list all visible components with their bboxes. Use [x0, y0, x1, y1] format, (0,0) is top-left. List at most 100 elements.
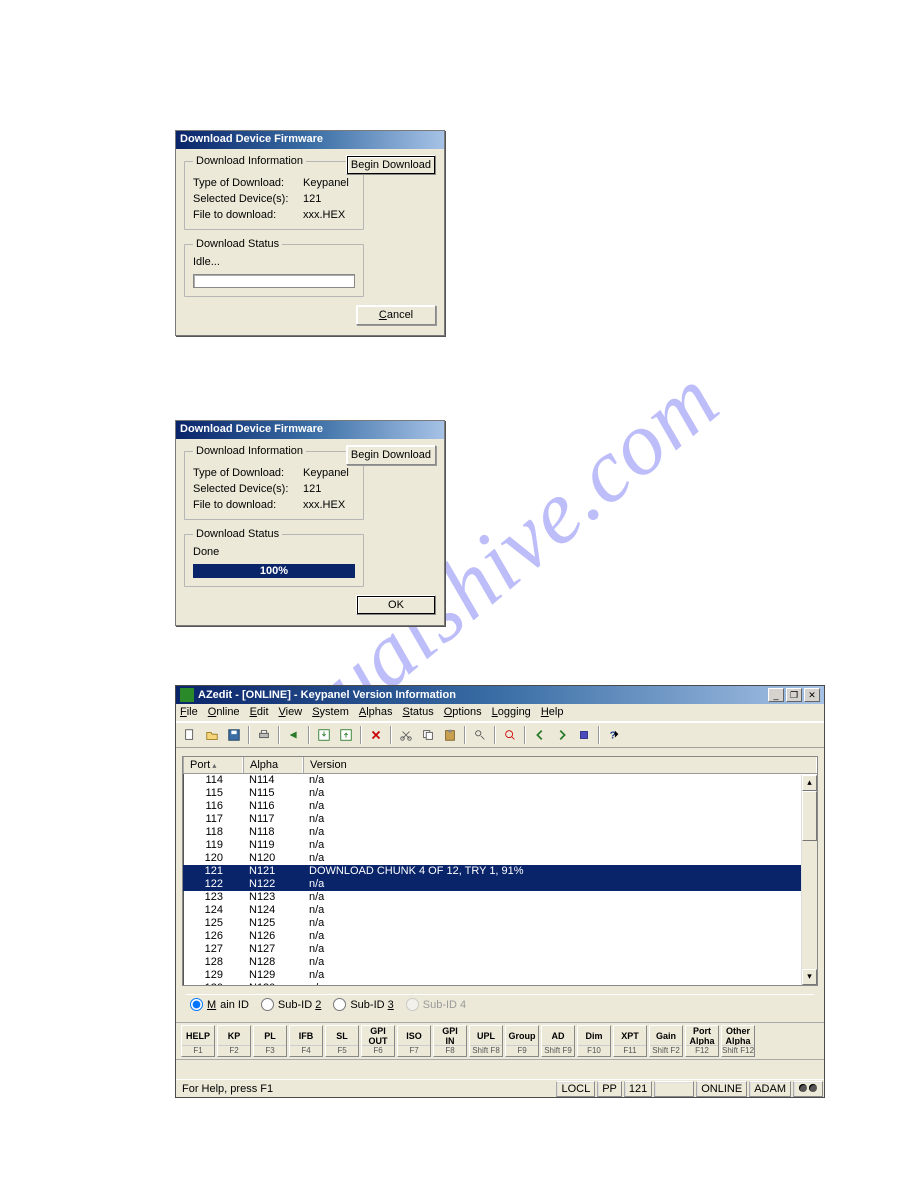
table-row[interactable]: 129N129n/a	[183, 969, 817, 982]
scroll-up-button[interactable]: ▴	[802, 775, 817, 791]
table-row[interactable]: 118N118n/a	[183, 826, 817, 839]
table-row[interactable]: 121N121DOWNLOAD CHUNK 4 OF 12, TRY 1, 91…	[183, 865, 817, 878]
menu-logging[interactable]: Logging	[492, 706, 531, 719]
table-row[interactable]: 125N125n/a	[183, 917, 817, 930]
copy-icon[interactable]	[418, 725, 438, 745]
menu-options[interactable]: Options	[444, 706, 482, 719]
upload-green-icon[interactable]	[336, 725, 356, 745]
cell-alpha: N128	[243, 956, 303, 969]
table-row[interactable]: 130N130n/a	[183, 982, 817, 986]
table-row[interactable]: 114N114n/a	[183, 774, 817, 787]
cell-version: n/a	[303, 852, 817, 865]
separator-icon	[308, 726, 310, 744]
table-row[interactable]: 127N127n/a	[183, 943, 817, 956]
download-info-group: Download Information Type of Download:Ke…	[184, 155, 364, 230]
print-icon[interactable]	[254, 725, 274, 745]
save-icon[interactable]	[224, 725, 244, 745]
selected-devices-value: 121	[303, 483, 355, 495]
minimize-button[interactable]: _	[768, 688, 784, 702]
scroll-thumb[interactable]	[802, 791, 817, 841]
cut-icon[interactable]	[396, 725, 416, 745]
fnkey-ifb[interactable]: IFBF4	[289, 1025, 323, 1057]
scroll-down-button[interactable]: ▾	[802, 969, 817, 985]
fnkey-gain[interactable]: GainShift F2	[649, 1025, 683, 1057]
stop-icon[interactable]	[574, 725, 594, 745]
fnkey-other-alpha[interactable]: OtherAlphaShift F12	[721, 1025, 755, 1057]
cell-port: 124	[183, 904, 243, 917]
table-row[interactable]: 126N126n/a	[183, 930, 817, 943]
type-of-download-value: Keypanel	[303, 467, 355, 479]
fnkey-gpi-out[interactable]: GPIOUTF6	[361, 1025, 395, 1057]
sub-id-3-radio[interactable]: Sub-ID 3	[333, 998, 393, 1011]
cell-version: n/a	[303, 956, 817, 969]
menu-edit[interactable]: Edit	[250, 706, 269, 719]
prev-icon[interactable]	[530, 725, 550, 745]
menu-file[interactable]: File	[180, 706, 198, 719]
help-icon[interactable]: ?	[604, 725, 624, 745]
find-icon[interactable]	[470, 725, 490, 745]
table-row[interactable]: 122N122n/a	[183, 878, 817, 891]
table-row[interactable]: 123N123n/a	[183, 891, 817, 904]
fnkey-port-alpha[interactable]: PortAlphaF12	[685, 1025, 719, 1057]
fnkey-xpt[interactable]: XPTF11	[613, 1025, 647, 1057]
fnkey-upl[interactable]: UPLShift F8	[469, 1025, 503, 1057]
table-row[interactable]: 116N116n/a	[183, 800, 817, 813]
progress-bar-full: 100%	[193, 564, 355, 578]
fnkey-gpi-in[interactable]: GPIINF8	[433, 1025, 467, 1057]
restore-button[interactable]: ❐	[786, 688, 802, 702]
fnkey-help[interactable]: HELPF1	[181, 1025, 215, 1057]
menu-system[interactable]: System	[312, 706, 349, 719]
paste-icon[interactable]	[440, 725, 460, 745]
table-row[interactable]: 120N120n/a	[183, 852, 817, 865]
column-header-port[interactable]: Port	[183, 757, 243, 773]
begin-download-button[interactable]: Begin Download	[346, 155, 436, 175]
download-green-icon[interactable]	[314, 725, 334, 745]
column-header-alpha[interactable]: Alpha	[243, 757, 303, 773]
scrollbar[interactable]: ▴ ▾	[801, 775, 817, 985]
fnkey-ad[interactable]: ADShift F9	[541, 1025, 575, 1057]
close-button[interactable]: ✕	[804, 688, 820, 702]
menu-help[interactable]: Help	[541, 706, 564, 719]
fnkey-group[interactable]: GroupF9	[505, 1025, 539, 1057]
menu-online[interactable]: Online	[208, 706, 240, 719]
list-header: Port Alpha Version	[183, 757, 817, 774]
menu-alphas[interactable]: Alphas	[359, 706, 393, 719]
cell-port: 116	[183, 800, 243, 813]
next-icon[interactable]	[552, 725, 572, 745]
begin-download-button[interactable]: Begin Download	[346, 445, 436, 465]
new-file-icon[interactable]	[180, 725, 200, 745]
send-icon[interactable]	[284, 725, 304, 745]
menu-status[interactable]: Status	[403, 706, 434, 719]
cell-version: n/a	[303, 917, 817, 930]
table-row[interactable]: 124N124n/a	[183, 904, 817, 917]
separator-icon	[494, 726, 496, 744]
fnkey-dim[interactable]: DimF10	[577, 1025, 611, 1057]
download-info-group: Download Information Type of Download:Ke…	[184, 445, 364, 520]
fnkey-iso[interactable]: ISOF7	[397, 1025, 431, 1057]
fnkey-sl[interactable]: SLF5	[325, 1025, 359, 1057]
cell-port: 125	[183, 917, 243, 930]
fnkey-kp[interactable]: KPF2	[217, 1025, 251, 1057]
table-row[interactable]: 128N128n/a	[183, 956, 817, 969]
fnkey-pl[interactable]: PLF3	[253, 1025, 287, 1057]
separator-icon	[278, 726, 280, 744]
sub-id-2-radio[interactable]: Sub-ID 2	[261, 998, 321, 1011]
cell-port: 129	[183, 969, 243, 982]
cancel-button[interactable]: Cancel	[356, 305, 436, 325]
table-row[interactable]: 115N115n/a	[183, 787, 817, 800]
group-legend: Download Status	[193, 238, 282, 250]
version-list-pane: Port Alpha Version 114N114n/a115N115n/a1…	[182, 756, 818, 986]
column-header-version[interactable]: Version	[303, 757, 817, 773]
cell-alpha: N124	[243, 904, 303, 917]
table-row[interactable]: 117N117n/a	[183, 813, 817, 826]
menu-view[interactable]: View	[279, 706, 303, 719]
zoom-in-icon[interactable]	[500, 725, 520, 745]
delete-icon[interactable]	[366, 725, 386, 745]
cell-alpha: N114	[243, 774, 303, 787]
table-row[interactable]: 119N119n/a	[183, 839, 817, 852]
open-file-icon[interactable]	[202, 725, 222, 745]
cell-version: n/a	[303, 943, 817, 956]
ok-button[interactable]: OK	[356, 595, 436, 615]
cell-alpha: N116	[243, 800, 303, 813]
main-id-radio[interactable]: Main ID	[190, 998, 249, 1011]
